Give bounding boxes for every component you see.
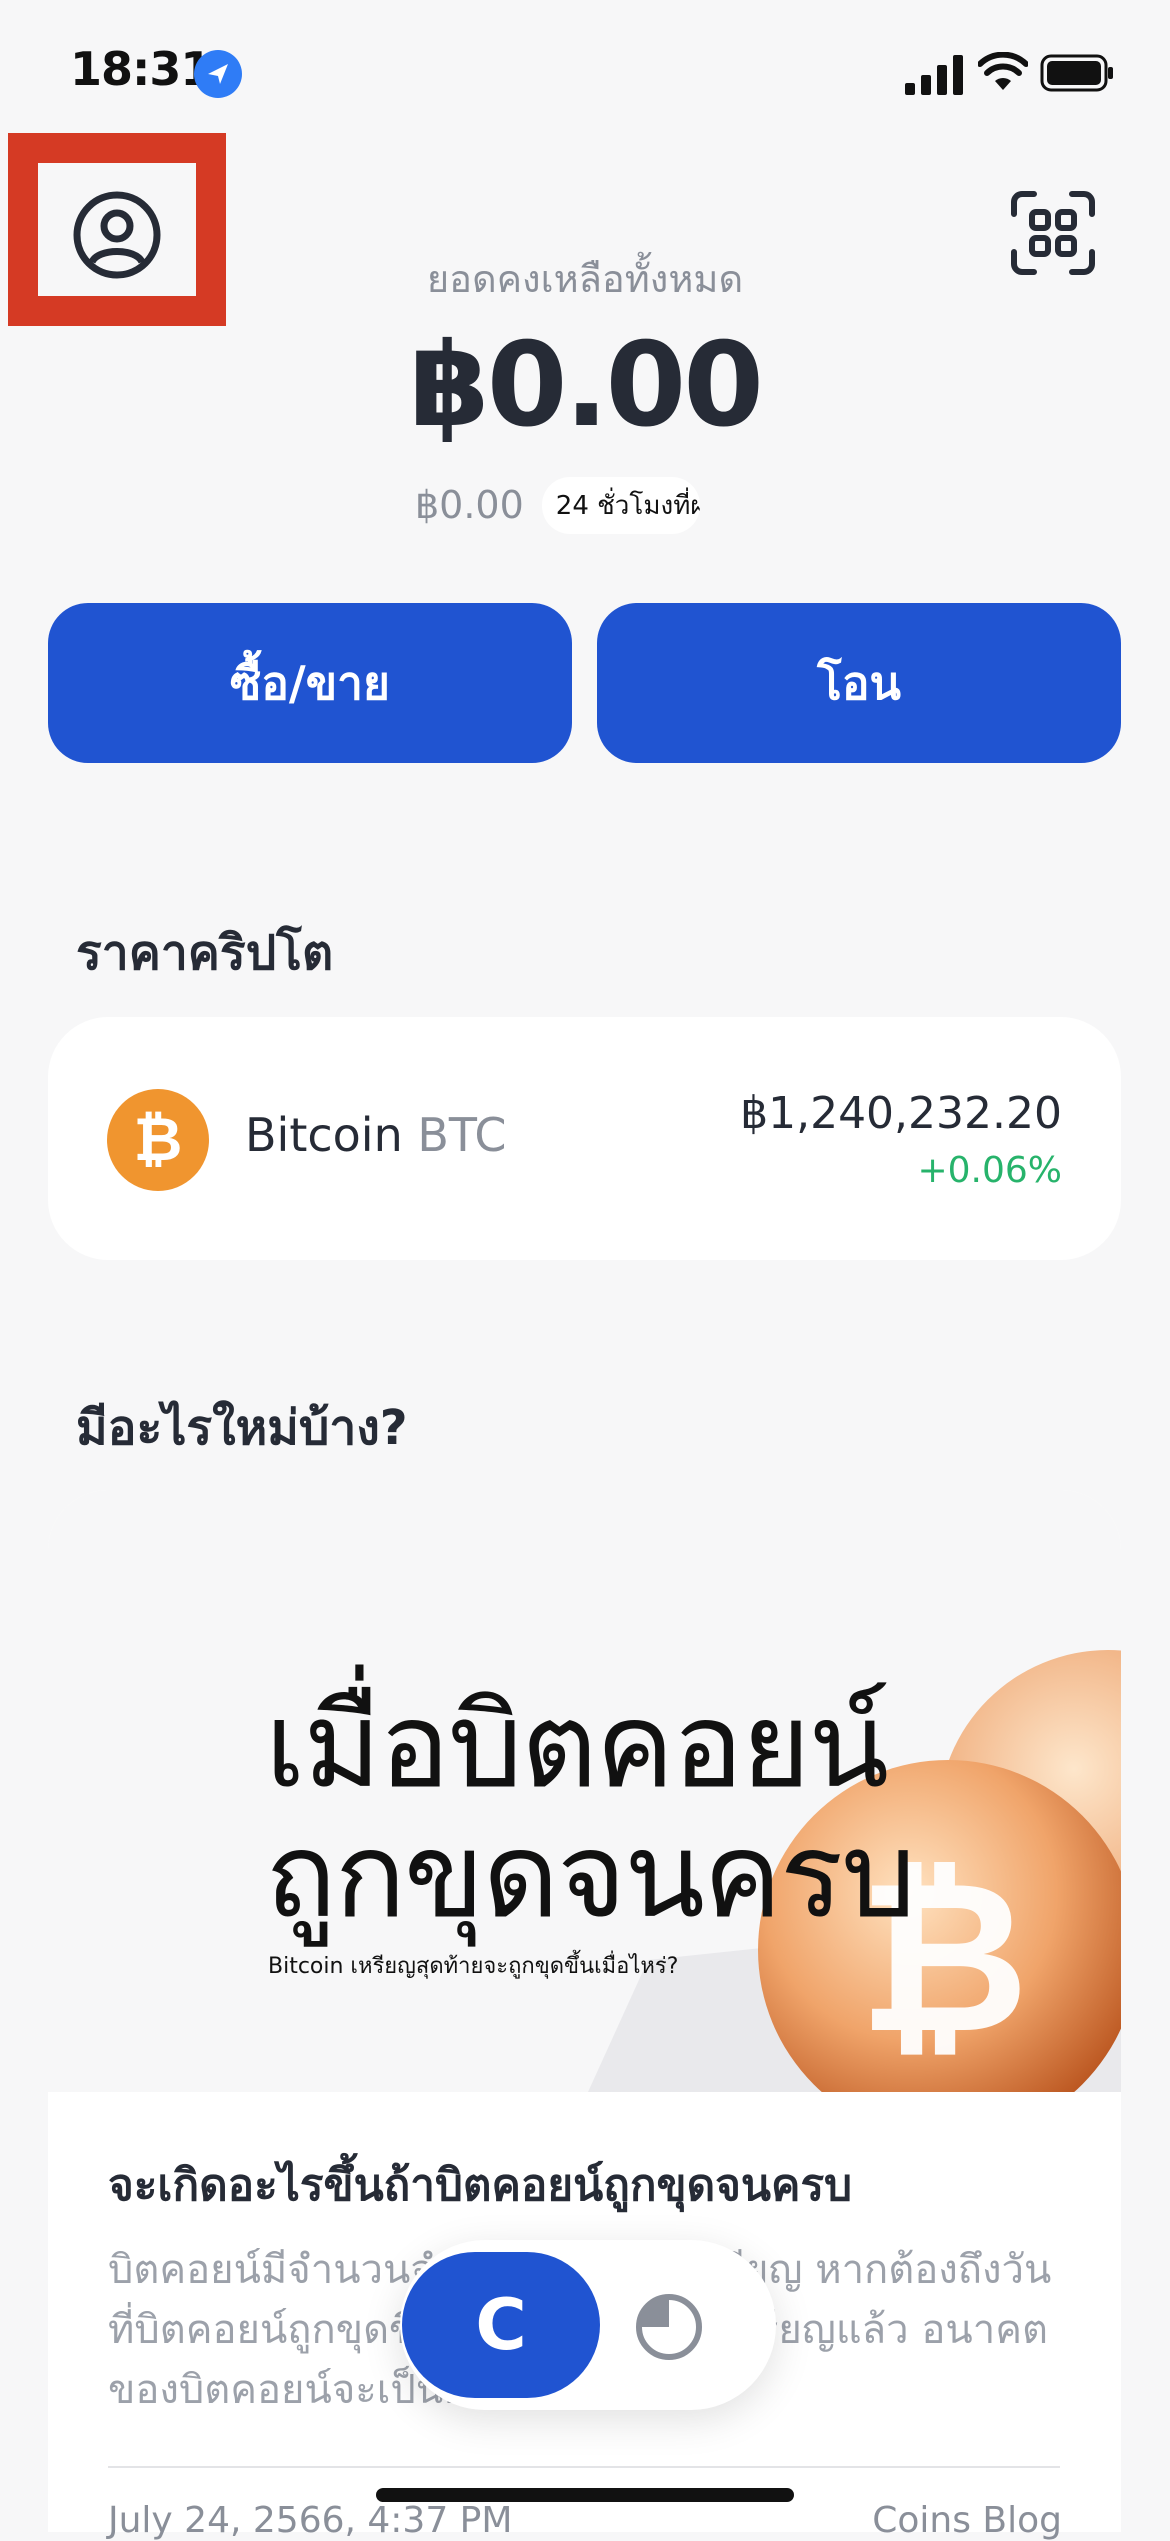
crypto-prices-heading: ราคาคริปโต [76,925,334,981]
cellular-signal-icon [905,55,963,95]
transfer-button[interactable]: โอน [597,603,1121,763]
buy-sell-button[interactable]: ซื้อ/ขาย [48,603,572,763]
balance-change-value: ฿0.00 [415,483,524,527]
home-indicator [376,2488,794,2502]
article-date: July 24, 2566, 4:37 PM [108,2500,513,2541]
location-arrow-icon [194,50,242,98]
coin-change-percent: +0.06% [917,1150,1062,1191]
article-title: จะเกิดอะไรขึ้นถ้าบิตคอยน์ถูกขุดจนครบ [108,2160,853,2211]
balance-change-row: ฿0.00 24 ชั่วโมงที่ผ่ [415,476,700,534]
bitcoin-icon: ₿ [107,1089,209,1191]
battery-icon [1040,54,1113,92]
banner-subline: Bitcoin เหรียญสุดท้ายจะถูกขุดขึ้นเมื่อไห… [268,1954,679,1979]
coin-price: ฿1,240,232.20 [740,1088,1062,1139]
portfolio-pie-icon[interactable] [634,2292,704,2362]
wifi-icon [978,52,1028,90]
article-source: Coins Blog [872,2500,1062,2541]
status-time: 18:31 [70,42,212,96]
coin-name: Bitcoin BTC [245,1108,506,1162]
whats-new-heading: มีอะไรใหม่บ้าง? [76,1400,408,1456]
banner-headline: เมื่อบิตคอยน์ ถูกขุดจนครบ [265,1676,916,1944]
article-divider [108,2466,1060,2468]
coin-name-text: Bitcoin [245,1108,403,1162]
total-balance-label: ยอดคงเหลือทั้งหมด [426,257,744,301]
coin-symbol: BTC [417,1108,507,1162]
banner-headline-line2: ถูกขุดจนครบ [265,1806,916,1944]
change-period-selector[interactable]: 24 ชั่วโมงที่ผ่ [541,476,700,534]
total-balance-value: ฿0.00 [409,318,764,453]
banner-headline-line1: เมื่อบิตคอยน์ [265,1676,889,1814]
home-tab-button[interactable]: C [402,2252,600,2398]
